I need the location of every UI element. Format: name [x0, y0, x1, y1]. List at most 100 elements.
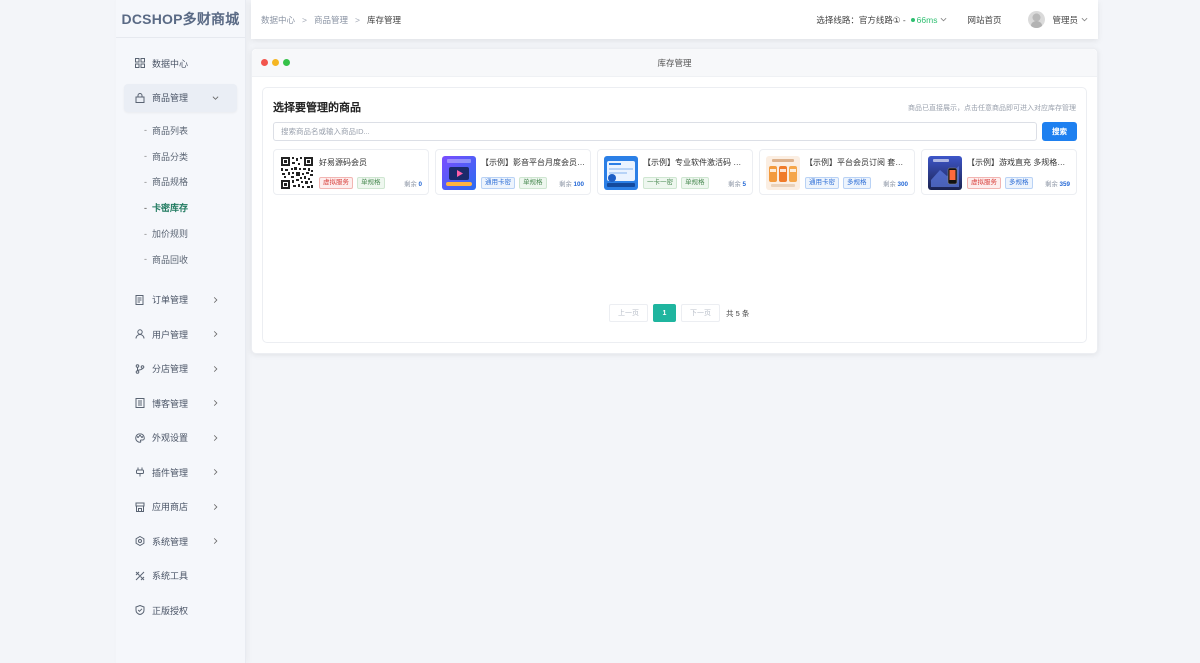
card-title: 选择要管理的商品 — [273, 102, 361, 114]
sidebar-item-license[interactable]: 正版授权 — [116, 593, 245, 628]
goods-tags: 通用卡密 单规格 — [481, 177, 547, 189]
breadcrumb-current: 库存管理 — [366, 14, 401, 25]
order-icon — [135, 294, 145, 305]
tag-badge: 虚拟服务 — [967, 177, 1001, 189]
breadcrumb-item[interactable]: 商品管理 — [314, 14, 348, 26]
sidebar-item-label: 外观设置 — [152, 433, 189, 444]
goods-name: 【示例】平台会员订阅 套餐多规格 — [805, 158, 911, 167]
sidebar-menu: 数据中心 商品管理 - 商品列表 - 商品分类 - 商品规格 - 卡密库存 - 加价规则 … — [116, 38, 245, 627]
goods-item[interactable]: 好易源码会员 虚拟服务 单规格 剩余 0 — [273, 149, 429, 195]
tag-badge: 单规格 — [681, 177, 709, 189]
products-submenu: - 商品列表 - 商品分类 - 商品规格 - 卡密库存 - 加价规则 - 商品回收 — [116, 118, 245, 283]
site-home-link[interactable]: 网站首页 — [967, 14, 1001, 26]
line-selector-label[interactable]: 选择线路：官方线路① - — [816, 14, 905, 26]
breadcrumb: 数据中心 > 商品管理 > 库存管理 — [261, 14, 401, 26]
branch-icon — [135, 363, 145, 374]
sidebar-item-users[interactable]: 用户管理 — [116, 317, 245, 352]
bag-icon — [135, 92, 145, 103]
pagination: 上一页 1 下一页 共 5 条 — [609, 304, 749, 322]
stock-count: 剩余 300 — [883, 181, 908, 188]
chevron-down-icon[interactable] — [1081, 16, 1088, 23]
goods-tags: 一卡一密 单规格 — [643, 177, 709, 189]
product-select-card: 选择要管理的商品 商品已直接展示，点击任意商品即可进入对应库存管理 搜索商品名或… — [262, 87, 1087, 343]
breadcrumb-item[interactable]: 数据中心 — [261, 14, 295, 26]
goods-tags: 通用卡密 多规格 — [805, 177, 871, 189]
stock-count: 剩余 359 — [1045, 181, 1070, 188]
submenu-item-product-spec[interactable]: - 商品规格 — [116, 169, 245, 195]
sidebar-item-label: 用户管理 — [152, 329, 189, 340]
avatar[interactable] — [1028, 11, 1046, 28]
sidebar-item-label: 数据中心 — [152, 58, 189, 69]
prev-page-button[interactable]: 上一页 — [609, 304, 648, 322]
plugin-icon — [135, 467, 145, 477]
window-title: 库存管理 — [657, 57, 692, 68]
goods-tags: 虚拟服务 单规格 — [319, 177, 385, 189]
sidebar-item-label: 分店管理 — [152, 364, 189, 375]
goods-item[interactable]: 【示例】游戏直充 多规格演示 虚拟服务 多规格 剩余 359 — [921, 149, 1077, 195]
search-input[interactable] — [273, 122, 1037, 141]
search-button[interactable]: 搜索 — [1042, 122, 1077, 141]
status-dot-icon — [910, 17, 915, 22]
tag-badge: 单规格 — [357, 177, 385, 189]
submenu-item-product-recycle[interactable]: - 商品回收 — [116, 246, 245, 272]
chevron-down-icon[interactable] — [940, 16, 947, 23]
dashboard-icon — [135, 58, 145, 69]
chevron-right-icon — [212, 331, 219, 338]
stock-count: 剩余 100 — [559, 181, 584, 188]
palette-icon — [135, 432, 145, 443]
sidebar-item-label: 插件管理 — [152, 467, 189, 478]
goods-name: 【示例】专业软件激活码 演示卡密 — [643, 158, 749, 167]
chevron-down-icon — [212, 94, 219, 101]
header-actions: 选择线路：官方线路① - 66ms 网站首页 管理员 — [816, 11, 1088, 28]
goods-tags: 虚拟服务 多规格 — [967, 177, 1033, 189]
blog-icon — [135, 398, 145, 409]
chevron-right-icon — [212, 296, 219, 303]
sidebar: DCSHOP多财商城 数据中心 商品管理 - 商品列表 - 商品分类 - 商品规格 -… — [116, 0, 246, 663]
sidebar-item-branches[interactable]: 分店管理 — [116, 351, 245, 386]
goods-item[interactable]: 【示例】平台会员订阅 套餐多规格 通用卡密 多规格 剩余 300 — [759, 149, 915, 195]
stock-count: 剩余 5 — [728, 181, 746, 188]
submenu-item-product-category[interactable]: - 商品分类 — [116, 143, 245, 169]
chevron-right-icon — [212, 469, 219, 476]
game-thumbnail-image — [928, 156, 962, 190]
goods-item[interactable]: 【示例】影音平台月度会员 演示卡密 通用卡密 单规格 剩余 100 — [435, 149, 591, 195]
qr-code-image — [280, 156, 314, 190]
chevron-right-icon — [212, 538, 219, 545]
goods-item[interactable]: 【示例】专业软件激活码 演示卡密 一卡一密 单规格 剩余 5 — [597, 149, 753, 195]
card-hint: 商品已直接展示，点击任意商品即可进入对应库存管理 — [908, 105, 1076, 112]
sidebar-item-appearance[interactable]: 外观设置 — [116, 420, 245, 455]
next-page-button[interactable]: 下一页 — [681, 304, 720, 322]
sidebar-item-plugins[interactable]: 插件管理 — [116, 455, 245, 490]
goods-name: 【示例】游戏直充 多规格演示 — [967, 158, 1073, 167]
goods-name: 好易源码会员 — [319, 158, 367, 167]
sidebar-item-app-store[interactable]: 应用商店 — [116, 489, 245, 524]
submenu-item-card-stock[interactable]: - 卡密库存 — [116, 195, 245, 221]
sidebar-item-tools[interactable]: 系统工具 — [116, 558, 245, 593]
tag-badge: 单规格 — [519, 177, 547, 189]
page-number-button[interactable]: 1 — [653, 304, 676, 322]
sidebar-item-system[interactable]: 系统管理 — [116, 524, 245, 559]
logo: DCSHOP多财商城 — [116, 0, 245, 38]
goods-name: 【示例】影音平台月度会员 演示卡密 — [481, 158, 587, 167]
submenu-item-product-list[interactable]: - 商品列表 — [116, 118, 245, 144]
tag-badge: 虚拟服务 — [319, 177, 353, 189]
sidebar-item-label: 博客管理 — [152, 398, 189, 409]
sidebar-item-blog[interactable]: 博客管理 — [116, 386, 245, 421]
software-thumbnail-image — [604, 156, 638, 190]
sidebar-item-dashboard[interactable]: 数据中心 — [116, 46, 245, 81]
sidebar-item-products[interactable]: 商品管理 — [124, 83, 237, 112]
top-header: 数据中心 > 商品管理 > 库存管理 选择线路：官方线路① - 66ms 网站首… — [251, 0, 1098, 39]
goods-list: 好易源码会员 虚拟服务 单规格 剩余 0 【示例】影音平台月度会员 演 通用卡密… — [273, 149, 1077, 195]
sidebar-item-label: 商品管理 — [152, 93, 189, 103]
sidebar-item-label: 系统管理 — [152, 536, 189, 547]
user-name[interactable]: 管理员 — [1052, 14, 1078, 26]
submenu-item-markup-rules[interactable]: - 加价规则 — [116, 221, 245, 247]
tag-badge: 通用卡密 — [805, 177, 839, 189]
sidebar-item-orders[interactable]: 订单管理 — [116, 282, 245, 317]
total-count: 共 5 条 — [726, 308, 750, 318]
stock-count: 剩余 0 — [404, 181, 422, 188]
tools-icon — [135, 571, 145, 581]
store-icon — [135, 502, 145, 512]
sidebar-item-label: 应用商店 — [152, 502, 189, 513]
sidebar-item-label: 系统工具 — [152, 571, 189, 582]
